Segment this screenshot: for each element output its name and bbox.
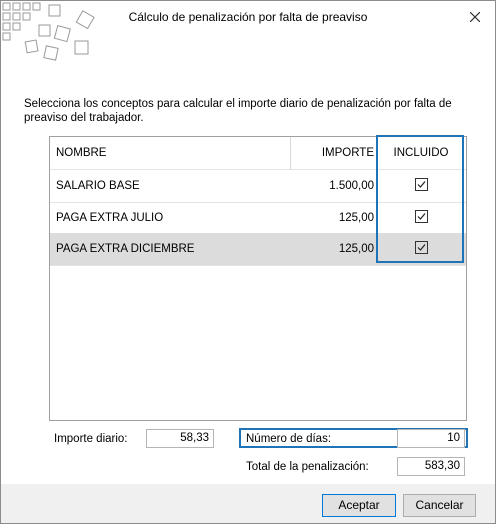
row-importe: 125,00 — [338, 212, 374, 224]
header-importe[interactable]: IMPORTE — [292, 137, 374, 169]
incluido-checkbox[interactable] — [378, 233, 464, 265]
header-nombre[interactable]: NOMBRE — [56, 137, 106, 169]
numero-dias-input[interactable]: 10 — [397, 429, 465, 448]
total-penalizacion-label: Total de la penalización: — [246, 461, 369, 473]
table-row-selected[interactable]: PAGA EXTRA DICIEMBRE 125,00 — [50, 233, 466, 266]
penalizacion-dialog: Cálculo de penalización por falta de pre… — [0, 0, 496, 524]
column-divider[interactable] — [290, 137, 291, 169]
row-nombre: SALARIO BASE — [56, 180, 140, 192]
numero-dias-label: Número de días: — [246, 433, 332, 445]
button-bar: Aceptar Cancelar — [1, 484, 495, 523]
row-importe: 1.500,00 — [329, 180, 374, 192]
window-title: Cálculo de penalización por falta de pre… — [128, 10, 368, 24]
table-row[interactable]: PAGA EXTRA JULIO 125,00 — [50, 202, 466, 235]
total-penalizacion-field: 583,30 — [397, 457, 465, 476]
instructions-text: Selecciona los conceptos para calcular e… — [24, 98, 452, 124]
concepts-grid: NOMBRE IMPORTE INCLUIDO SALARIO BASE 1.5… — [49, 136, 467, 421]
cancel-button[interactable]: Cancelar — [403, 494, 476, 517]
title-bar[interactable]: Cálculo de penalización por falta de pre… — [1, 1, 495, 61]
importe-diario-field: 58,33 — [146, 429, 214, 448]
incluido-checkbox[interactable] — [378, 202, 464, 234]
accept-button[interactable]: Aceptar — [322, 494, 396, 517]
row-importe: 125,00 — [338, 243, 374, 255]
row-nombre: PAGA EXTRA DICIEMBRE — [56, 243, 195, 255]
incluido-checkbox[interactable] — [378, 170, 464, 202]
row-nombre: PAGA EXTRA JULIO — [56, 212, 164, 224]
importe-diario-label: Importe diario: — [54, 433, 128, 445]
close-icon[interactable] — [463, 5, 487, 29]
header-incluido[interactable]: INCLUIDO — [378, 137, 464, 169]
checkmark-icon[interactable] — [414, 210, 428, 224]
grid-header: NOMBRE IMPORTE INCLUIDO — [50, 137, 466, 170]
table-row[interactable]: SALARIO BASE 1.500,00 — [50, 170, 466, 203]
checkmark-icon[interactable] — [414, 241, 428, 255]
checkmark-icon[interactable] — [414, 178, 428, 192]
